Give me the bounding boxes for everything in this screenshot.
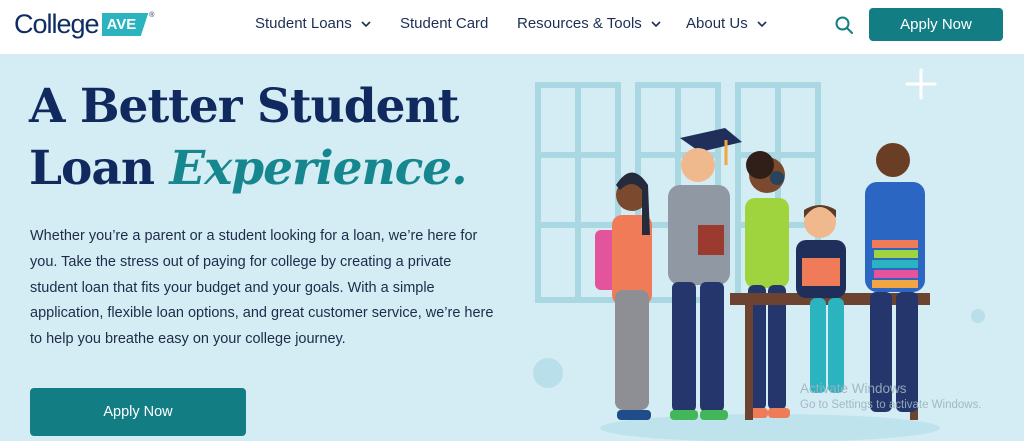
hero-title-line2-plain: Loan — [29, 141, 170, 196]
student-books — [865, 143, 925, 412]
chevron-down-icon — [757, 20, 767, 27]
plus-sparkle-icon — [905, 68, 937, 100]
header-apply-now-button[interactable]: Apply Now — [869, 8, 1003, 41]
hero-description: Whether you’re a parent or a student loo… — [30, 228, 494, 348]
watermark-subtitle: Go to Settings to activate Windows. — [800, 399, 982, 411]
nav-item-label: Student Loans — [255, 15, 352, 32]
activate-windows-watermark: Activate Windows Go to Settings to activ… — [800, 380, 982, 414]
nav-item-label: Student Card — [400, 15, 489, 32]
hero-title-line1: A Better Student — [29, 79, 459, 134]
decorative-circle — [533, 358, 563, 388]
site-header: College AVE ® Student Loans Student Card… — [0, 0, 1024, 54]
logo-badge: AVE — [101, 13, 149, 36]
nav-item-label: About Us — [686, 15, 748, 32]
nav-item-label: Resources & Tools — [517, 15, 642, 32]
hero-apply-now-button[interactable]: Apply Now — [30, 388, 246, 436]
chevron-down-icon — [361, 20, 371, 27]
floor-shadow — [600, 414, 940, 441]
hero-title-accent: Experience. — [169, 141, 467, 196]
nav-item-student-loans[interactable]: Student Loans — [255, 15, 372, 32]
hero-title: A Better Student Loan Experience. — [29, 76, 468, 200]
chevron-down-icon — [651, 20, 661, 27]
student-girl-glasses — [595, 172, 652, 420]
search-icon[interactable] — [833, 14, 855, 36]
college-ave-logo[interactable]: College AVE ® — [14, 9, 154, 40]
nav-item-about-us[interactable]: About Us — [686, 15, 768, 32]
nav-item-student-card[interactable]: Student Card — [400, 15, 488, 32]
nav-item-resources-tools[interactable]: Resources & Tools — [517, 15, 662, 32]
logo-text: College — [14, 9, 100, 39]
decorative-circle — [971, 309, 985, 323]
logo-registered-mark: ® — [149, 12, 155, 19]
book-stack — [872, 240, 918, 288]
watermark-title: Activate Windows — [800, 381, 907, 396]
